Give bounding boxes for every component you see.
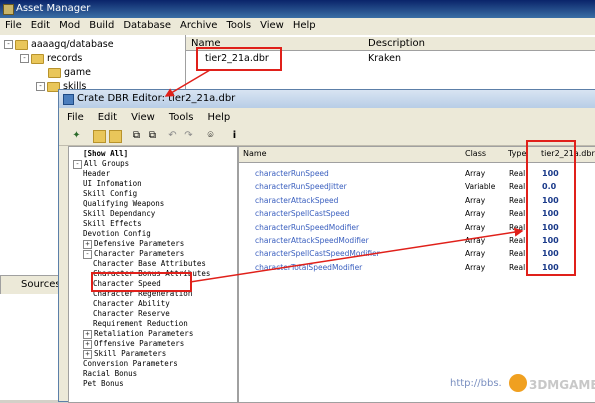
- watermark-url: http://bbs.: [450, 378, 502, 389]
- arrow-record-to-editor: [164, 69, 211, 97]
- annotation-arrows: [164, 69, 524, 283]
- arrow-speed-to-values: [189, 227, 524, 283]
- watermark-brand: 3DMGAME: [529, 378, 595, 392]
- watermark-logo: 3DMGAME: [507, 372, 595, 400]
- mascot-icon: [509, 374, 527, 392]
